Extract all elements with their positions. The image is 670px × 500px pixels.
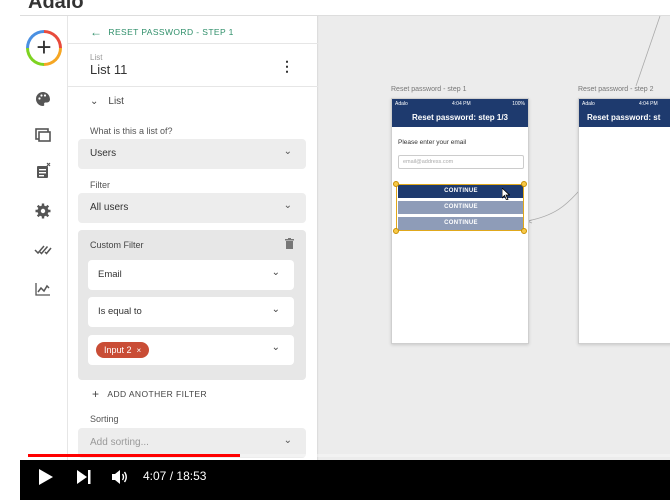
resize-handle[interactable] xyxy=(521,181,527,187)
resize-handle[interactable] xyxy=(393,181,399,187)
mouse-cursor-icon xyxy=(502,188,510,200)
resize-handle[interactable] xyxy=(521,228,527,234)
carrier: Adalo xyxy=(582,101,595,107)
battery: 100% xyxy=(512,101,525,107)
status-time: 4:04 PM xyxy=(639,101,658,107)
link-connectors xyxy=(526,15,661,224)
status-bar: Adalo 4:04 PM xyxy=(579,99,670,108)
carrier: Adalo xyxy=(395,101,408,107)
video-timecode: 4:07 / 18:53 xyxy=(143,469,206,483)
resize-handle[interactable] xyxy=(393,228,399,234)
current-time: 4:07 xyxy=(143,469,167,483)
screen-2-label: Reset password - step 2 xyxy=(578,86,654,93)
duration: 18:53 xyxy=(176,469,207,483)
video-progress-bar[interactable] xyxy=(28,454,670,457)
video-progress-played xyxy=(28,454,240,457)
play-icon[interactable] xyxy=(38,468,54,486)
screen-2-header: Reset password: st xyxy=(579,108,670,127)
email-prompt: Please enter your email xyxy=(398,139,467,146)
screen-1-header: Reset password: step 1/3 xyxy=(392,108,528,127)
volume-icon[interactable] xyxy=(111,469,129,485)
email-input[interactable]: email@address.com xyxy=(398,155,524,169)
status-time: 4:04 PM xyxy=(452,101,471,107)
time-separator: / xyxy=(169,469,174,483)
editor-stage: Adalo + ← RESET PASSWORD - STEP 1 List L… xyxy=(0,0,670,500)
screen-2[interactable]: Adalo 4:04 PM Reset password: st xyxy=(578,98,670,344)
next-icon[interactable] xyxy=(76,469,92,485)
status-bar: Adalo 4:04 PM 100% xyxy=(392,99,528,108)
screen-1-label: Reset password - step 1 xyxy=(391,86,467,93)
